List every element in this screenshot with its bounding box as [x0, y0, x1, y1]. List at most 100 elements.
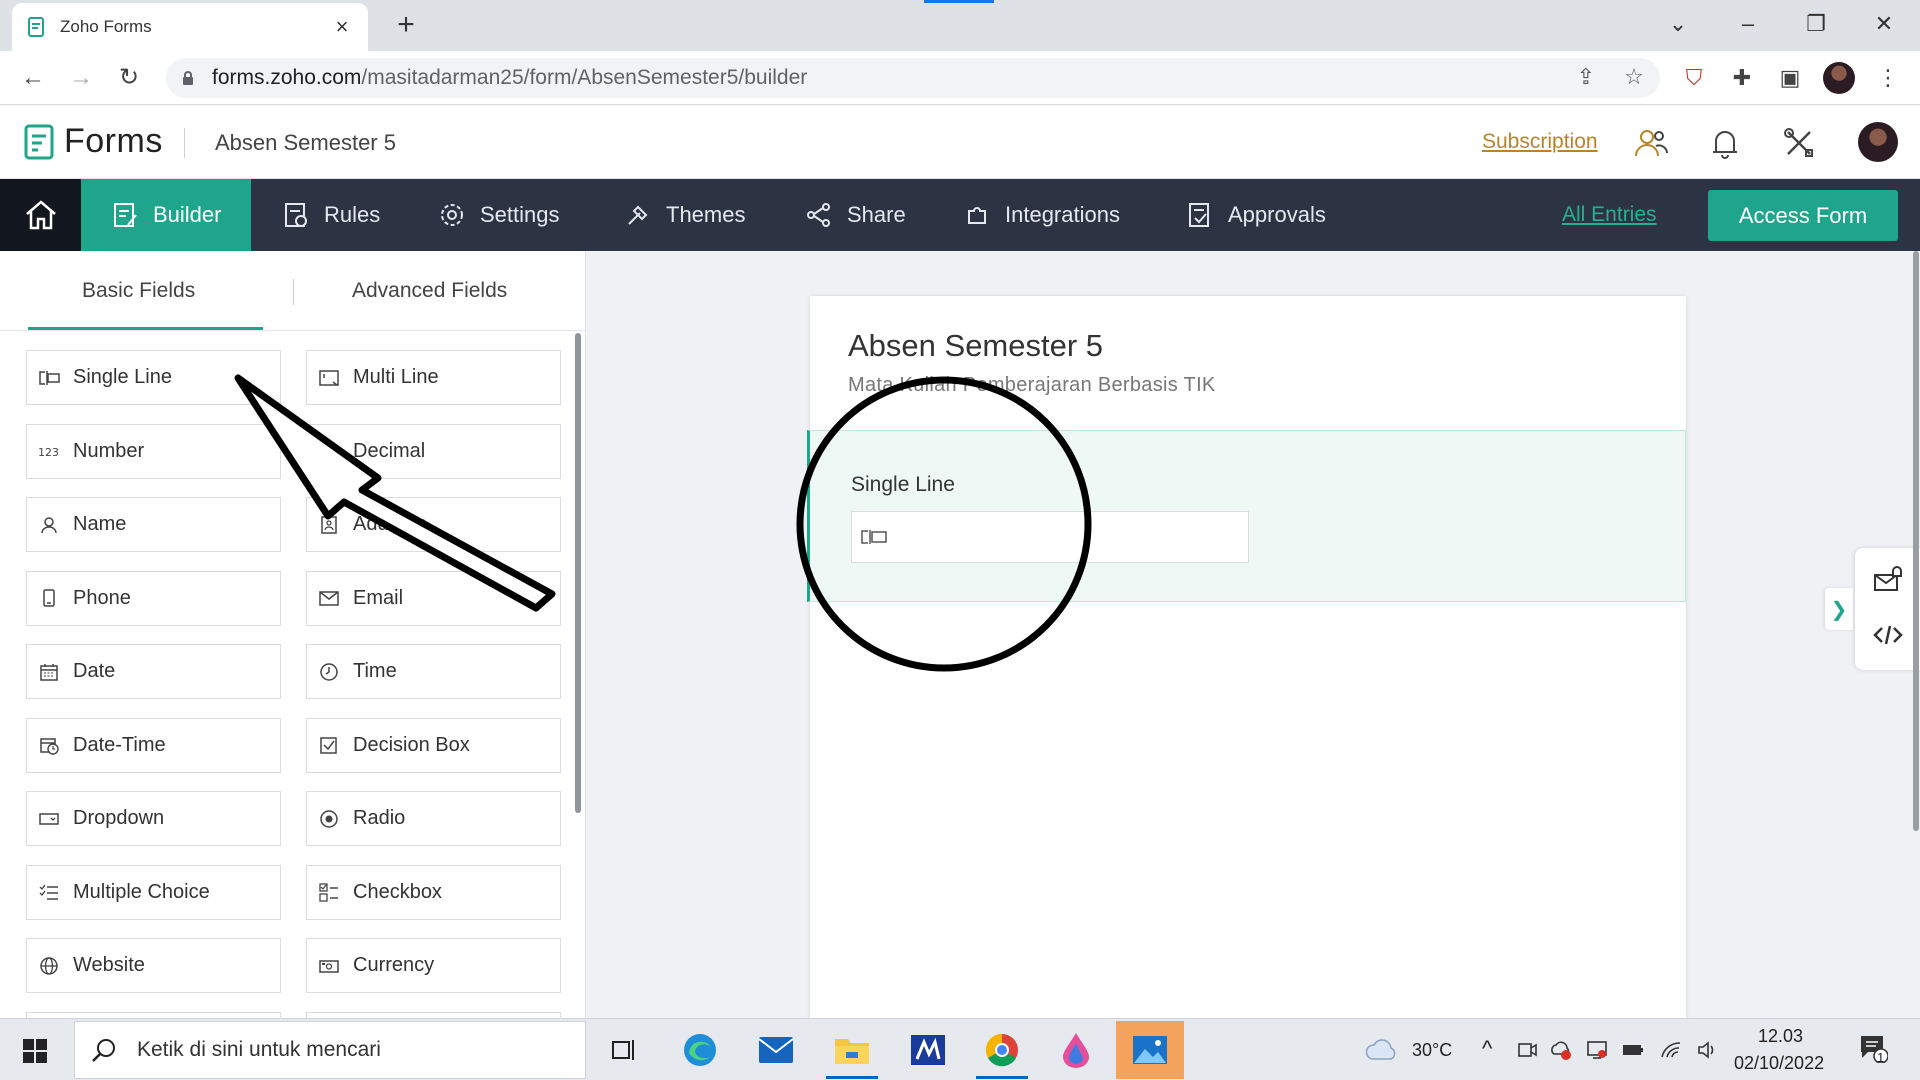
- restore-icon[interactable]: ❐: [1790, 6, 1842, 42]
- address-bar[interactable]: forms.zoho.com/masitadarman25/form/Absen…: [166, 58, 1660, 98]
- taskbar-search-box[interactable]: Ketik di sini untuk mencari: [74, 1021, 586, 1079]
- edge-app-button[interactable]: [666, 1021, 734, 1079]
- clock-icon: [317, 662, 341, 682]
- reload-icon[interactable]: ↻: [110, 59, 148, 97]
- field-checkbox-button[interactable]: Checkbox: [306, 864, 561, 920]
- side-panel-icon[interactable]: ▣: [1774, 62, 1806, 94]
- app-m-button[interactable]: [894, 1021, 962, 1079]
- field-decimal-button[interactable]: .00 Decimal: [306, 423, 561, 479]
- field-dropdown-button[interactable]: Dropdown: [26, 791, 281, 846]
- field-website-button[interactable]: Website: [26, 938, 281, 993]
- sidebar-scrollbar[interactable]: [575, 333, 581, 813]
- field-button-label: Website: [73, 954, 145, 976]
- field-button-label: Currency: [353, 954, 435, 976]
- field-name-button[interactable]: Name: [26, 497, 281, 552]
- back-arrow-icon[interactable]: ←: [14, 59, 52, 97]
- meet-now-icon[interactable]: [1516, 1039, 1538, 1061]
- tab-approvals[interactable]: Approvals: [1186, 179, 1326, 251]
- tab-divider: [293, 279, 294, 305]
- windows-start-button[interactable]: [10, 1031, 60, 1071]
- subscription-link[interactable]: Subscription: [1482, 130, 1598, 154]
- single-line-icon: [37, 368, 61, 388]
- photos-app-button[interactable]: [1116, 1021, 1184, 1079]
- browser-tab[interactable]: Zoho Forms ×: [12, 3, 368, 51]
- paint-brush-icon: [628, 205, 648, 225]
- bell-icon[interactable]: [1706, 124, 1744, 162]
- forward-arrow-icon[interactable]: →: [62, 59, 100, 97]
- all-entries-link[interactable]: All Entries: [1562, 203, 1657, 227]
- tab-themes-label: Themes: [666, 202, 746, 227]
- task-view-button[interactable]: [590, 1021, 658, 1079]
- battery-icon[interactable]: [1622, 1039, 1644, 1061]
- home-button[interactable]: [0, 179, 81, 251]
- clock-date[interactable]: 02/10/2022: [1734, 1053, 1824, 1074]
- embed-code-button[interactable]: [1867, 614, 1909, 656]
- tab-share[interactable]: Share: [805, 179, 906, 251]
- phone-icon: [37, 588, 61, 608]
- field-radio-button[interactable]: Radio: [306, 791, 561, 846]
- calendar-clock-icon: [37, 735, 61, 755]
- tab-search-chevron-icon[interactable]: ⌄: [1652, 6, 1704, 42]
- person-icon: [37, 515, 61, 535]
- chrome-app-button[interactable]: [968, 1021, 1036, 1079]
- field-multi-line-button[interactable]: Multi Line: [306, 350, 561, 405]
- display-settings-icon[interactable]: [1586, 1039, 1608, 1061]
- field-number-button[interactable]: 123 Number: [26, 423, 281, 479]
- browser-profile-avatar[interactable]: [1823, 62, 1855, 94]
- chevron-up-icon[interactable]: ^: [1482, 1036, 1492, 1062]
- single-line-field-block[interactable]: Single Line: [807, 430, 1686, 602]
- tab-basic-fields[interactable]: Basic Fields: [82, 279, 195, 303]
- share-page-icon[interactable]: ⇪: [1570, 61, 1602, 93]
- notification-settings-button[interactable]: [1867, 558, 1909, 600]
- user-avatar[interactable]: [1858, 122, 1898, 162]
- file-explorer-button[interactable]: [818, 1021, 886, 1079]
- brand[interactable]: Forms: [24, 122, 163, 161]
- form-title[interactable]: Absen Semester 5: [848, 328, 1103, 364]
- single-line-input[interactable]: [851, 511, 1249, 563]
- field-button-label: Decimal: [353, 439, 426, 462]
- browser-menu-icon[interactable]: ⋮: [1872, 62, 1904, 94]
- field-currency-button[interactable]: Currency: [306, 938, 561, 993]
- close-tab-icon[interactable]: ×: [330, 16, 354, 38]
- tab-integrations[interactable]: Integrations: [963, 179, 1120, 251]
- field-decision-box-button[interactable]: Decision Box: [306, 717, 561, 773]
- window-close-icon[interactable]: ✕: [1858, 6, 1910, 42]
- field-phone-button[interactable]: Phone: [26, 570, 281, 626]
- field-address-button[interactable]: Address: [306, 497, 561, 552]
- tools-icon[interactable]: [1780, 124, 1818, 162]
- users-icon[interactable]: [1632, 124, 1670, 162]
- tab-settings[interactable]: Settings: [438, 179, 560, 251]
- field-button-label: Checkbox: [353, 880, 442, 903]
- clock-time[interactable]: 12.03: [1758, 1026, 1803, 1047]
- new-tab-button[interactable]: +: [388, 8, 424, 44]
- onedrive-error-icon[interactable]: [1550, 1039, 1572, 1061]
- paint-app-button[interactable]: [1042, 1021, 1110, 1079]
- wifi-icon[interactable]: [1660, 1039, 1682, 1061]
- canvas-scrollbar[interactable]: [1913, 251, 1919, 831]
- notification-count: 1: [1877, 1050, 1885, 1065]
- chevron-right-icon[interactable]: ❯: [1825, 588, 1853, 630]
- field-date-time-button[interactable]: Date-Time: [26, 717, 281, 773]
- tab-builder[interactable]: Builder: [81, 179, 252, 251]
- field-time-button[interactable]: Time: [306, 644, 561, 699]
- minimize-icon[interactable]: –: [1722, 6, 1774, 42]
- tab-advanced-fields[interactable]: Advanced Fields: [352, 279, 507, 303]
- single-line-icon: [861, 530, 887, 544]
- field-email-button[interactable]: Email: [306, 570, 561, 626]
- mail-app-button[interactable]: [742, 1021, 810, 1079]
- speaker-icon[interactable]: [1696, 1039, 1718, 1061]
- extension-shield-icon[interactable]: ⛉: [1678, 62, 1710, 94]
- form-description[interactable]: Mata Kuliah Pemberajaran Berbasis TIK: [848, 374, 1216, 397]
- tab-share-label: Share: [847, 202, 906, 227]
- folder-icon: [835, 1039, 869, 1064]
- field-date-button[interactable]: Date: [26, 644, 281, 699]
- access-form-button[interactable]: Access Form: [1708, 190, 1898, 241]
- extensions-puzzle-icon[interactable]: ✚: [1726, 62, 1758, 94]
- tab-themes[interactable]: Themes: [624, 179, 745, 251]
- field-single-line-button[interactable]: Single Line: [26, 350, 281, 405]
- weather-temperature[interactable]: 30°C: [1412, 1040, 1452, 1061]
- bookmark-star-icon[interactable]: ☆: [1618, 61, 1650, 93]
- tab-rules[interactable]: Rules: [282, 179, 380, 251]
- checkbox-checked-icon: [317, 735, 341, 755]
- field-multiple-choice-button[interactable]: Multiple Choice: [26, 864, 281, 920]
